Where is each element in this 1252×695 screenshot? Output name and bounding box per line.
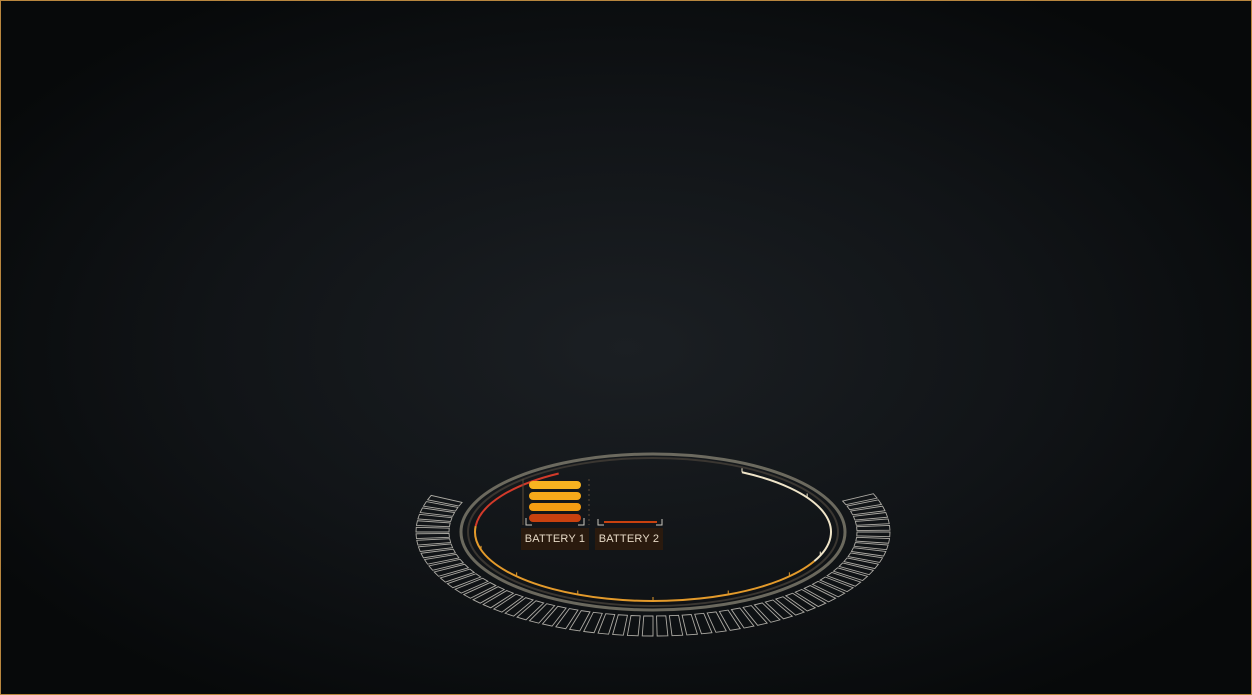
battery-1-indicator [522,479,590,526]
battery-2-indicator [597,519,663,526]
outer-segment [681,614,699,636]
charge-arc-cream [741,471,832,562]
battery-hud-gauge [415,452,891,637]
outer-segment [415,526,450,533]
outer-segment [612,614,628,636]
outer-segment [847,552,884,563]
outer-segment [541,605,567,627]
outer-segment [656,615,669,637]
hud-screen: BATTERY 1 BATTERY 2 [0,0,1252,695]
outer-segment [846,499,883,511]
outer-segment [555,608,579,630]
outer-segment [415,520,451,528]
outer-segment [422,501,459,512]
battery-1-bar-3 [529,503,581,511]
outer-segment [415,533,450,539]
outer-segment [568,610,591,632]
battery-1-label[interactable]: BATTERY 1 [521,528,589,550]
outer-segment [856,525,891,531]
outer-segment [742,605,769,626]
outer-segment [426,494,463,507]
outer-segment [730,607,755,629]
outer-segment [668,614,684,637]
outer-segment [423,553,460,565]
battery-1-bar-5 [529,481,581,489]
battery-1-bar-4 [529,492,581,500]
outer-segment [841,493,878,506]
outer-segment [856,531,891,538]
outer-segment [641,615,654,637]
outer-segment [718,609,742,631]
battery-2-label[interactable]: BATTERY 2 [595,528,663,550]
outer-segment [694,612,713,635]
outer-segment [855,536,891,544]
outer-segment [626,615,641,637]
battery-1-bar-1 [529,514,581,522]
